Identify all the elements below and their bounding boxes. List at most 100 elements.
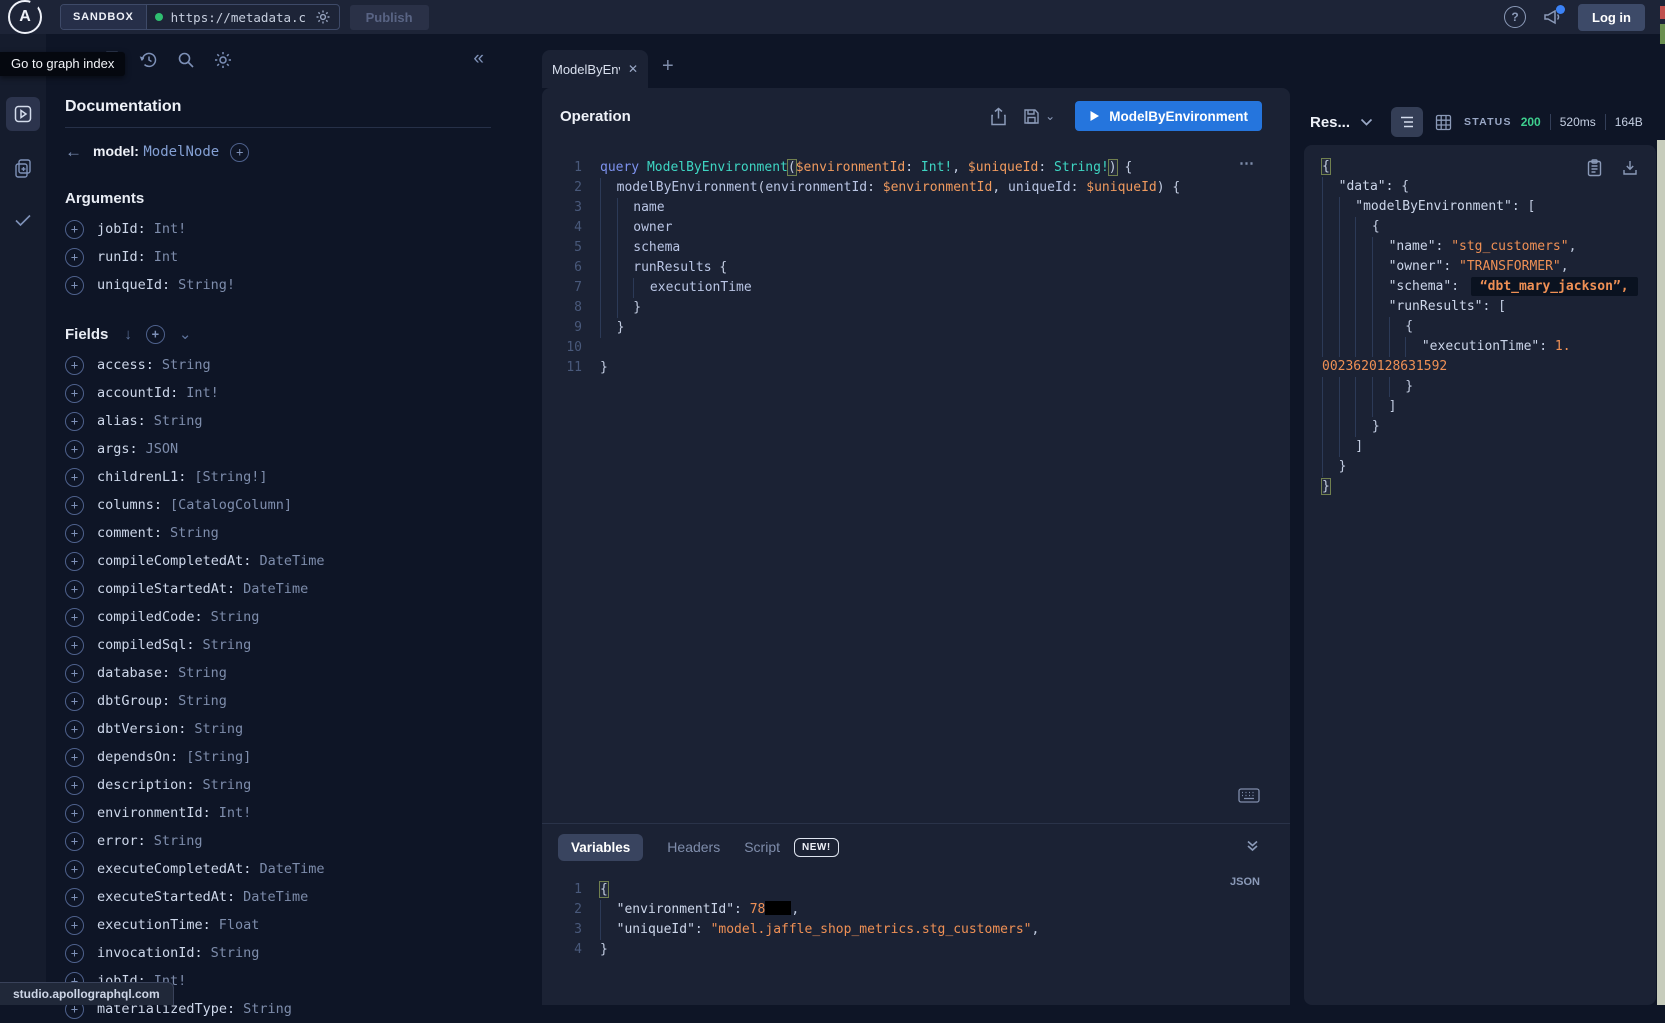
code-line[interactable]: 8} (542, 298, 1290, 318)
field-type[interactable]: Float (219, 917, 260, 933)
field-row[interactable]: +environmentId:Int! (65, 799, 514, 827)
code-line[interactable]: 6runResults { (542, 258, 1290, 278)
code-line[interactable]: 11} (542, 358, 1290, 378)
field-row[interactable]: +description:String (65, 771, 514, 799)
collapse-variables-icon[interactable] (1245, 838, 1260, 853)
add-field-plus-icon[interactable]: + (65, 748, 84, 767)
field-row[interactable]: +executeCompletedAt:DateTime (65, 855, 514, 883)
field-row[interactable]: +dbtVersion:String (65, 715, 514, 743)
collapse-panel-icon[interactable]: « (473, 48, 484, 70)
field-type[interactable]: String (170, 525, 219, 541)
copy-response-icon[interactable] (1587, 159, 1602, 177)
sort-fields-icon[interactable]: ↓ (124, 326, 132, 343)
variables-editor[interactable]: 1{2"environmentId": 78,3"uniqueId": "mod… (542, 880, 1290, 960)
add-field-plus-icon[interactable]: + (65, 608, 84, 627)
add-field-plus-icon[interactable]: + (65, 468, 84, 487)
field-type[interactable]: DateTime (259, 861, 324, 877)
code-line[interactable]: 5schema (542, 238, 1290, 258)
add-field-plus-icon[interactable]: + (65, 276, 84, 295)
code-line[interactable]: { (1304, 317, 1656, 337)
field-row[interactable]: +error:String (65, 827, 514, 855)
code-line[interactable]: } (1304, 477, 1656, 497)
code-line[interactable]: "runResults": [ (1304, 297, 1656, 317)
field-row[interactable]: +compiledSql:String (65, 631, 514, 659)
field-type[interactable]: String (154, 413, 203, 429)
doc-type-link[interactable]: ModelNode (143, 144, 219, 160)
explorer-nav-icon[interactable] (6, 97, 40, 131)
tab-variables[interactable]: Variables (558, 834, 643, 861)
keyboard-shortcuts-icon[interactable] (1238, 788, 1260, 803)
field-row[interactable]: +childrenL1:[String!] (65, 463, 514, 491)
search-icon[interactable] (176, 50, 196, 70)
code-line[interactable]: 1query ModelByEnvironment($environmentId… (542, 158, 1290, 178)
field-row[interactable]: +compiledCode:String (65, 603, 514, 631)
tab-close-icon[interactable]: ✕ (628, 62, 638, 76)
field-row[interactable]: +dependsOn:[String] (65, 743, 514, 771)
code-line[interactable]: 2modelByEnvironment(environmentId: $envi… (542, 178, 1290, 198)
code-line[interactable]: "name": "stg_customers", (1304, 237, 1656, 257)
add-field-plus-icon[interactable]: + (65, 888, 84, 907)
field-type[interactable]: Int (154, 249, 178, 265)
field-type[interactable]: Int! (186, 385, 219, 401)
field-type[interactable]: Int! (219, 805, 252, 821)
add-field-plus-icon[interactable]: + (65, 384, 84, 403)
response-format-table-icon[interactable] (1435, 114, 1452, 131)
code-line[interactable]: 3name (542, 198, 1290, 218)
field-type[interactable]: [CatalogColumn] (170, 497, 292, 513)
field-type[interactable]: String (154, 833, 203, 849)
field-type[interactable]: String (203, 637, 252, 653)
add-field-plus-icon[interactable]: + (65, 524, 84, 543)
share-icon[interactable] (990, 107, 1007, 126)
add-field-plus-icon[interactable]: + (65, 356, 84, 375)
code-line[interactable]: "schema": “dbt_mary_jackson”, (1304, 277, 1656, 297)
window-edge-scrollbar[interactable] (1657, 140, 1665, 1005)
field-row[interactable]: +uniqueId:String! (65, 271, 514, 299)
field-row[interactable]: +comment:String (65, 519, 514, 547)
field-row[interactable]: +compileStartedAt:DateTime (65, 575, 514, 603)
field-row[interactable]: +args:JSON (65, 435, 514, 463)
field-type[interactable]: String! (178, 277, 235, 293)
field-row[interactable]: +compileCompletedAt:DateTime (65, 547, 514, 575)
field-type[interactable]: String (243, 1001, 292, 1017)
add-field-plus-icon[interactable]: + (65, 248, 84, 267)
field-type[interactable]: Int! (154, 221, 187, 237)
code-line[interactable]: 10 (542, 338, 1290, 358)
field-row[interactable]: +executionTime:Float (65, 911, 514, 939)
run-operation-button[interactable]: ModelByEnvironment (1075, 101, 1262, 131)
field-row[interactable]: +database:String (65, 659, 514, 687)
download-response-icon[interactable] (1622, 159, 1638, 177)
announcements-megaphone-icon[interactable] (1542, 8, 1562, 26)
help-icon[interactable]: ? (1504, 6, 1526, 28)
endpoint-settings-gear-icon[interactable] (315, 9, 331, 25)
apollo-logo-icon[interactable]: A (8, 0, 42, 34)
response-format-list-icon[interactable] (1391, 107, 1423, 137)
field-type[interactable]: String (211, 945, 260, 961)
add-field-plus-icon[interactable]: + (65, 552, 84, 571)
field-type[interactable]: JSON (146, 441, 179, 457)
code-line[interactable]: } (1304, 417, 1656, 437)
field-type[interactable]: DateTime (259, 553, 324, 569)
editor-menu-ellipsis-icon[interactable]: ⋯ (1239, 154, 1256, 172)
field-row[interactable]: +columns:[CatalogColumn] (65, 491, 514, 519)
endpoint-url-box[interactable]: https://metadata.cloud.get (147, 5, 339, 29)
add-field-plus-icon[interactable]: + (65, 692, 84, 711)
add-field-plus-icon[interactable]: + (230, 143, 249, 162)
field-row[interactable]: +invocationId:String (65, 939, 514, 967)
code-line[interactable]: 7executionTime (542, 278, 1290, 298)
field-type[interactable]: String (162, 357, 211, 373)
add-field-plus-icon[interactable]: + (65, 860, 84, 879)
code-line[interactable]: 1{ (542, 880, 1290, 900)
code-line[interactable]: "data": { (1304, 177, 1656, 197)
add-field-plus-icon[interactable]: + (65, 944, 84, 963)
code-line[interactable]: 2"environmentId": 78, (542, 900, 1290, 920)
code-line[interactable]: } (1304, 377, 1656, 397)
field-type[interactable]: DateTime (243, 581, 308, 597)
operation-tab[interactable]: ModelByEnvi... ✕ (542, 50, 648, 88)
field-row[interactable]: +runId:Int (65, 243, 514, 271)
field-row[interactable]: +access:String (65, 351, 514, 379)
field-type[interactable]: String (178, 693, 227, 709)
response-caret-icon[interactable] (1360, 118, 1373, 127)
add-all-fields-icon[interactable]: + (146, 325, 165, 344)
endpoint-url[interactable]: https://metadata.cloud.get (171, 10, 307, 25)
field-type[interactable]: DateTime (243, 889, 308, 905)
